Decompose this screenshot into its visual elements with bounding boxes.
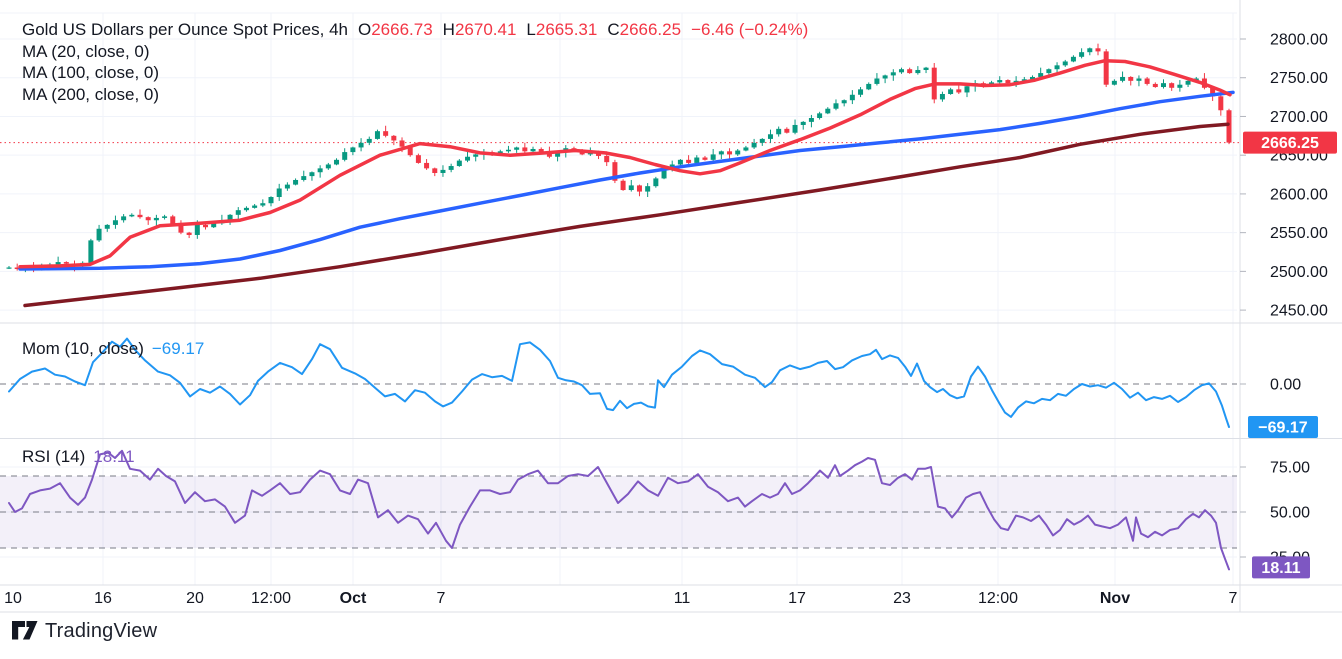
price-axis-label[interactable]: 2450.00 [1270,303,1328,320]
time-axis-label[interactable]: 20 [186,590,204,607]
rsi-badge-text: 18.11 [1261,560,1300,577]
price-axis-label[interactable]: 2800.00 [1270,32,1328,49]
ma200-label: MA (200, close, 0) [22,85,159,104]
price-axis-label[interactable]: 2550.00 [1270,225,1328,242]
rsi-value: 18.11 [93,447,134,466]
tradingview-logo-text: TradingView [45,620,157,643]
time-axis-label[interactable]: 12:00 [251,590,291,607]
ma100-legend-row[interactable]: MA (100, close, 0) [22,62,808,84]
high-value: 2670.41 [455,20,516,39]
time-axis-label[interactable]: 23 [893,590,911,607]
time-axis-label[interactable]: Oct [340,590,367,607]
high-label: H [443,20,455,39]
ma20-legend-row[interactable]: MA (20, close, 0) [22,41,808,63]
tradingview-logo-icon [12,621,38,642]
time-axis-label[interactable]: 11 [674,590,691,607]
symbol-title: Gold US Dollars per Ounce Spot Prices, 4… [22,20,348,39]
ma200-legend-row[interactable]: MA (200, close, 0) [22,84,808,106]
change-value: −6.46 (−0.24%) [691,20,808,39]
low-value: 2665.31 [536,20,597,39]
open-value: 2666.73 [371,20,432,39]
open-label: O [358,20,371,39]
price-badge-text: 2666.25 [1261,135,1319,152]
price-axis-label[interactable]: 2750.00 [1270,70,1328,87]
time-axis-label[interactable]: 7 [437,590,446,607]
rsi-axis-label[interactable]: 75.00 [1270,460,1310,477]
time-axis-label[interactable]: Nov [1100,590,1130,607]
time-axis-label[interactable]: 17 [788,590,806,607]
tradingview-logo[interactable]: TradingView [12,620,157,643]
close-value: 2666.25 [620,20,681,39]
momentum-value: −69.17 [152,339,204,358]
ma200-line [25,124,1228,305]
momentum-legend-row[interactable]: Mom (10, close) −69.17 [22,338,204,360]
main-legend[interactable]: Gold US Dollars per Ounce Spot Prices, 4… [22,19,808,105]
momentum-axis-label[interactable]: 0.00 [1270,377,1301,394]
time-axis-label[interactable]: 7 [1229,590,1238,607]
price-axis-label[interactable]: 2700.00 [1270,109,1328,126]
rsi-label: RSI (14) [22,447,85,466]
momentum-label: Mom (10, close) [22,339,144,358]
rsi-axis-label[interactable]: 50.00 [1270,505,1310,522]
time-axis-label[interactable]: 10 [4,590,22,607]
price-axis-label[interactable]: 2500.00 [1270,264,1328,281]
ma100-label: MA (100, close, 0) [22,63,159,82]
low-label: L [526,20,535,39]
symbol-legend-row[interactable]: Gold US Dollars per Ounce Spot Prices, 4… [22,19,808,41]
tradingview-chart: 2800.002750.002700.002650.002600.002550.… [0,0,1342,659]
rsi-legend-row[interactable]: RSI (14) 18.11 [22,446,135,468]
close-label: C [607,20,619,39]
time-axis-label[interactable]: 12:00 [978,590,1018,607]
time-axis-label[interactable]: 16 [94,590,112,607]
price-axis-label[interactable]: 2600.00 [1270,186,1328,203]
ma20-label: MA (20, close, 0) [22,42,150,61]
ma100-line [20,92,1233,269]
momentum-badge-text: −69.17 [1258,419,1307,436]
